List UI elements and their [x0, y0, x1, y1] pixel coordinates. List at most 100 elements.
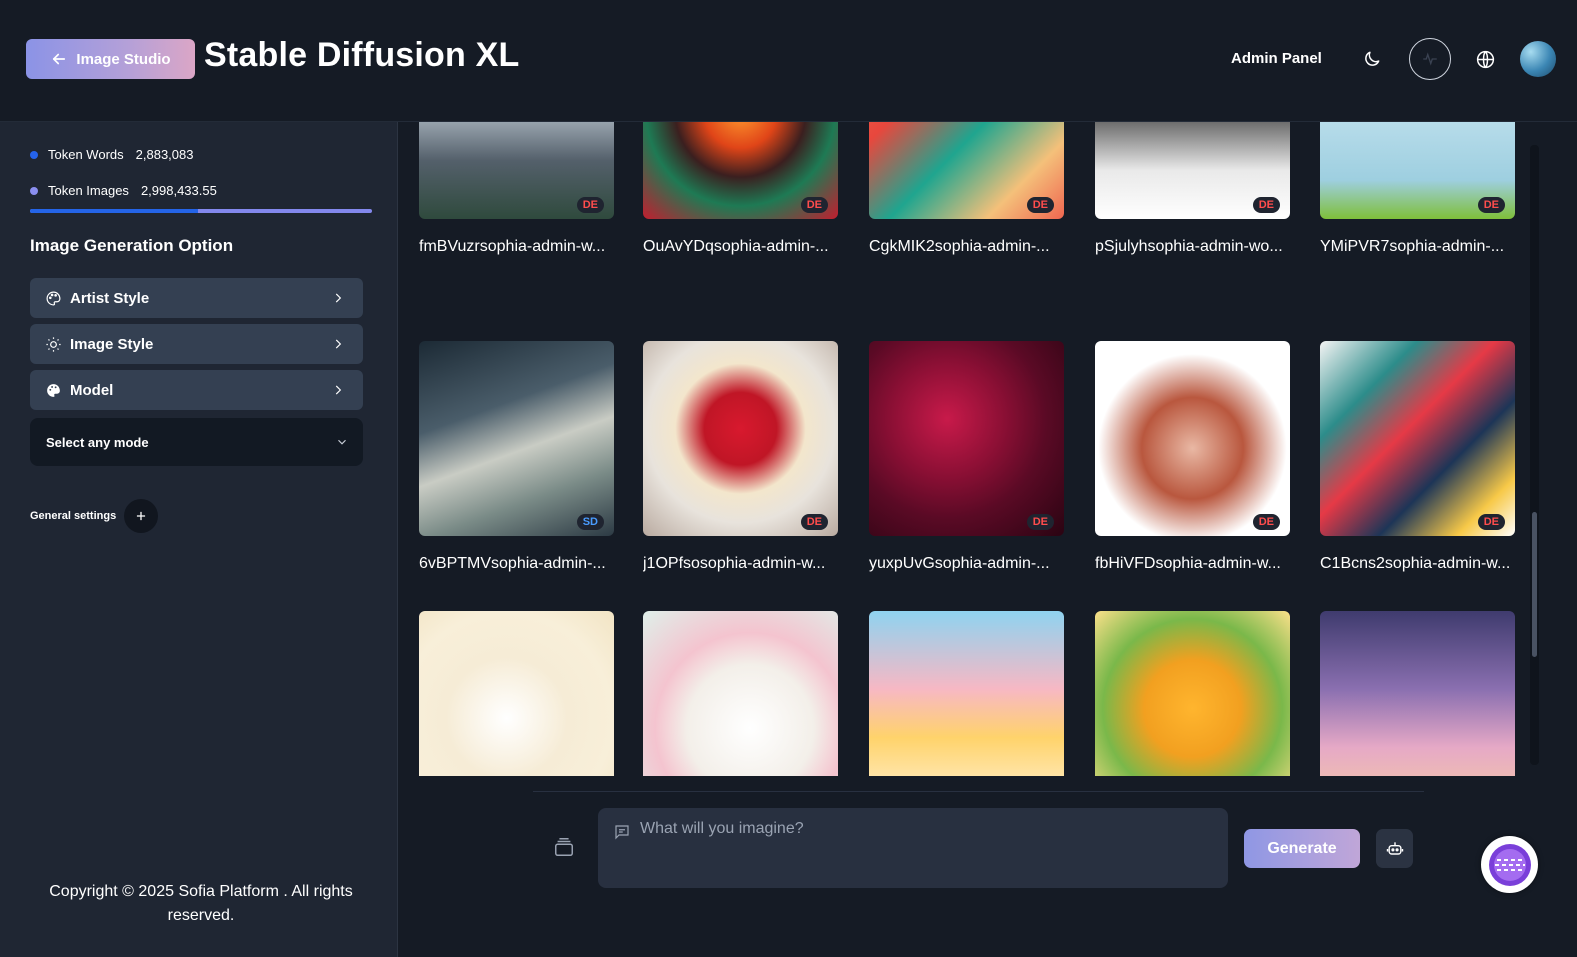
- model-label: Model: [70, 381, 114, 399]
- model-badge: DE: [1477, 514, 1505, 530]
- copyright-text: Copyright © 2025 Sofia Platform . All ri…: [49, 883, 353, 924]
- token-words-dot: [30, 150, 38, 159]
- token-words-label: Token Words: [48, 147, 124, 162]
- model-badge: DE: [800, 197, 828, 213]
- gallery-thumbnail[interactable]: [869, 611, 1064, 776]
- prompt-input[interactable]: [638, 817, 1212, 841]
- user-avatar[interactable]: [1520, 41, 1556, 77]
- gallery-card[interactable]: [1095, 611, 1290, 776]
- plus-icon: [137, 511, 146, 521]
- gallery-card[interactable]: DE pSjulyhsophia-admin-wo...: [1095, 122, 1290, 255]
- bot-button[interactable]: [1376, 829, 1413, 868]
- artist-style-option[interactable]: Artist Style: [30, 278, 363, 318]
- gallery-card[interactable]: SD 6vBPTMVsophia-admin-...: [419, 341, 614, 572]
- activity-button[interactable]: [1409, 38, 1451, 80]
- gallery-caption: OuAvYDqsophia-admin-...: [643, 238, 829, 255]
- assistant-chat-button[interactable]: [1481, 836, 1538, 893]
- gallery-card[interactable]: [1320, 611, 1515, 776]
- stack-button[interactable]: [553, 836, 575, 858]
- gallery-card[interactable]: DE OuAvYDqsophia-admin-...: [643, 122, 838, 255]
- model-badge: DE: [1252, 197, 1280, 213]
- token-words-row: Token Words 2,883,083: [30, 147, 193, 162]
- gallery-thumbnail[interactable]: DE: [643, 122, 838, 219]
- gallery-caption: fmBVuzrsophia-admin-w...: [419, 238, 606, 255]
- gallery-caption: fbHiVFDsophia-admin-w...: [1095, 555, 1281, 572]
- chevron-down-icon: [338, 439, 346, 445]
- gallery-thumbnail[interactable]: SD: [419, 341, 614, 536]
- gallery-thumbnail[interactable]: DE: [869, 122, 1064, 219]
- add-general-setting-button[interactable]: [124, 499, 159, 533]
- model-badge: DE: [576, 197, 604, 213]
- prompt-box: [598, 808, 1228, 888]
- gallery-card[interactable]: DE C1Bcns2sophia-admin-w...: [1320, 341, 1515, 572]
- gallery-thumbnail[interactable]: DE: [1320, 341, 1515, 536]
- gallery-caption: pSjulyhsophia-admin-wo...: [1095, 238, 1283, 255]
- assistant-logo-icon: [1488, 843, 1531, 886]
- image-style-option[interactable]: Image Style: [30, 324, 363, 364]
- gallery-thumbnail[interactable]: DE: [643, 341, 838, 536]
- gallery-thumbnail[interactable]: [1095, 611, 1290, 776]
- composer-divider: [533, 791, 1424, 792]
- gallery-caption: C1Bcns2sophia-admin-w...: [1320, 555, 1511, 572]
- gallery-scrollbar[interactable]: [1530, 145, 1539, 765]
- theme-toggle-button[interactable]: [1360, 47, 1384, 71]
- gallery-card[interactable]: DE fmBVuzrsophia-admin-w...: [419, 122, 614, 255]
- model-badge: DE: [1026, 514, 1054, 530]
- model-option[interactable]: Model: [30, 370, 363, 410]
- gallery-caption: YMiPVR7sophia-admin-...: [1320, 238, 1505, 255]
- message-icon: [613, 823, 631, 846]
- palette-fill-icon: [44, 381, 62, 399]
- gallery-thumbnail[interactable]: [419, 611, 614, 776]
- moon-icon: [1365, 51, 1380, 66]
- gallery-card[interactable]: DE fbHiVFDsophia-admin-w...: [1095, 341, 1290, 572]
- chevron-right-icon: [331, 383, 345, 397]
- gallery-caption: yuxpUvGsophia-admin-...: [869, 555, 1050, 572]
- gallery-card[interactable]: DE yuxpUvGsophia-admin-...: [869, 341, 1064, 572]
- model-badge: DE: [800, 514, 828, 530]
- back-button-label: Image Studio: [76, 50, 171, 68]
- gallery-card[interactable]: DE j1OPfsosophia-admin-w...: [643, 341, 838, 572]
- chevron-right-icon: [331, 337, 345, 351]
- general-settings: General settings: [30, 499, 159, 533]
- token-progress-fill: [30, 209, 198, 213]
- model-badge: DE: [1477, 197, 1505, 213]
- gallery-thumbnail[interactable]: DE: [1095, 122, 1290, 219]
- model-badge: DE: [1252, 514, 1280, 530]
- gallery-thumbnail[interactable]: DE: [419, 122, 614, 219]
- gallery-thumbnail[interactable]: [643, 611, 838, 776]
- mode-select-value: Select any mode: [46, 434, 149, 450]
- image-style-label: Image Style: [70, 335, 154, 353]
- admin-panel-link[interactable]: Admin Panel: [1231, 50, 1322, 67]
- gallery-card[interactable]: [643, 611, 838, 776]
- robot-icon: [1386, 841, 1403, 855]
- token-progress-bar: [30, 209, 372, 213]
- gallery-thumbnail[interactable]: DE: [1320, 122, 1515, 219]
- back-to-image-studio-button[interactable]: Image Studio: [26, 39, 195, 79]
- general-settings-label: General settings: [30, 510, 117, 522]
- token-images-label: Token Images: [48, 183, 129, 198]
- section-title: Image Generation Option: [30, 236, 234, 255]
- gallery-caption: j1OPfsosophia-admin-w...: [643, 555, 826, 572]
- generate-button[interactable]: Generate: [1244, 829, 1360, 868]
- gallery-card[interactable]: DE CgkMIK2sophia-admin-...: [869, 122, 1064, 255]
- pulse-icon: [1423, 52, 1437, 66]
- sun-icon: [44, 335, 62, 353]
- gallery-thumbnail[interactable]: DE: [1095, 341, 1290, 536]
- gallery-card[interactable]: DE YMiPVR7sophia-admin-...: [1320, 122, 1515, 255]
- gallery-caption: 6vBPTMVsophia-admin-...: [419, 555, 606, 572]
- stack-icon: [555, 838, 573, 856]
- gallery-thumbnail[interactable]: [1320, 611, 1515, 776]
- token-words-value: 2,883,083: [135, 147, 194, 162]
- chevron-right-icon: [331, 291, 345, 305]
- gallery-card[interactable]: [869, 611, 1064, 776]
- top-bar: Image Studio Stable Diffusion XL Admin P…: [0, 0, 1577, 122]
- model-badge: DE: [1026, 197, 1054, 213]
- gallery-scrollbar-thumb[interactable]: [1532, 512, 1537, 657]
- gallery-thumbnail[interactable]: DE: [869, 341, 1064, 536]
- token-images-value: 2,998,433.55: [140, 183, 217, 198]
- token-images-row: Token Images 2,998,433.55: [30, 183, 217, 198]
- mode-select[interactable]: Select any mode: [30, 418, 363, 466]
- gallery-card[interactable]: [419, 611, 614, 776]
- language-button[interactable]: [1473, 47, 1497, 71]
- page-title: Stable Diffusion XL: [204, 36, 520, 74]
